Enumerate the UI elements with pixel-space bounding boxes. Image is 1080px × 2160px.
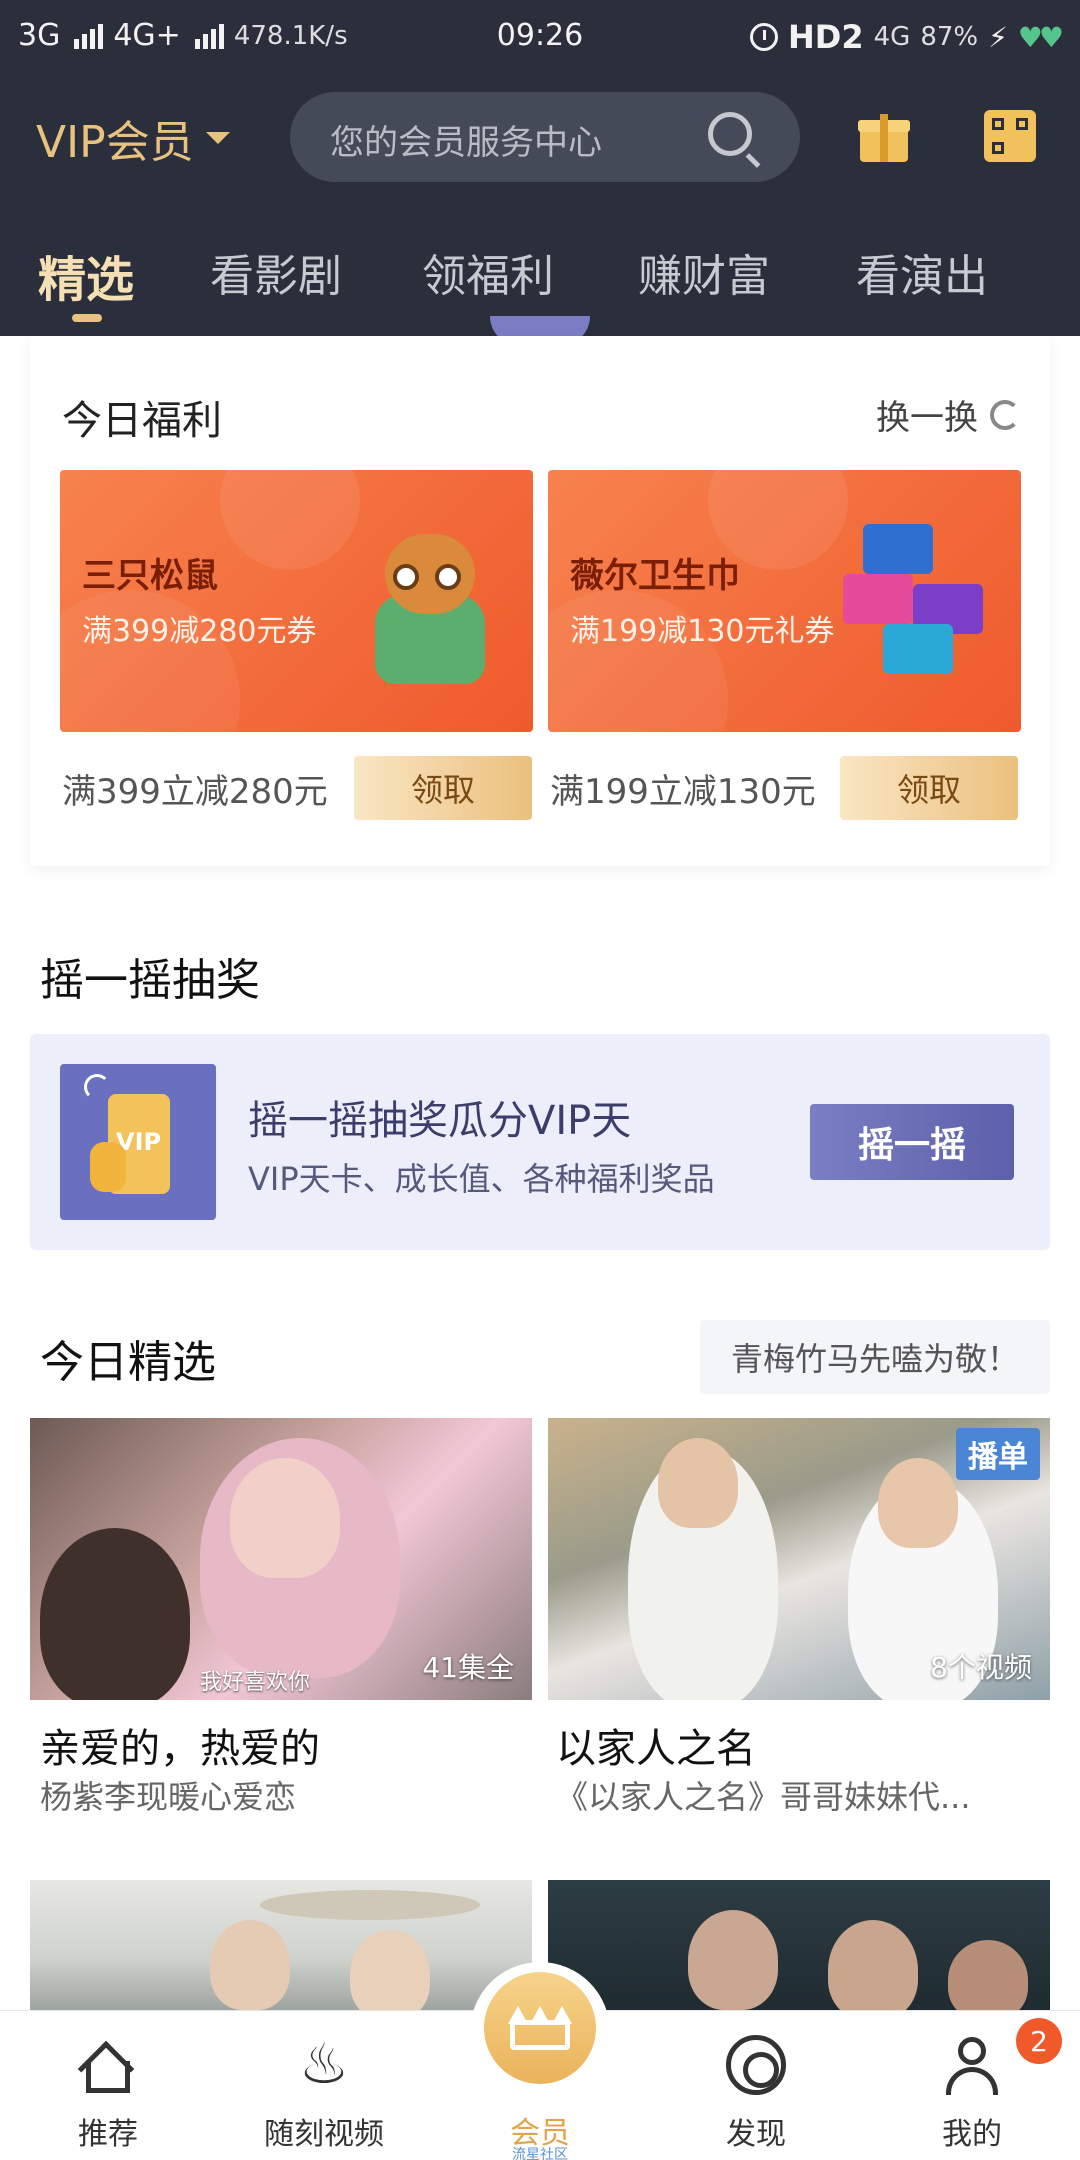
app-header: 3G 4G+ 478.1K/s 09:26 HD2 4G 87% ⚡ ♥♥ VI… [0, 0, 1080, 336]
coupon-card[interactable]: 三只松鼠 满399减280元券 [60, 470, 533, 732]
tab-welfare[interactable]: 领福利 [422, 240, 554, 304]
active-tab-indicator [72, 314, 102, 322]
video-subtitle: 《以家人之名》哥哥妹妹代... [556, 1778, 971, 1816]
video-thumbnail[interactable]: 我好喜欢你 41集全 [30, 1418, 532, 1700]
coupon-brand: 三只松鼠 [82, 556, 218, 596]
tab-dramas[interactable]: 看影剧 [210, 240, 342, 304]
flame-icon: ♨ [298, 2032, 350, 2097]
home-icon [77, 2035, 138, 2098]
refresh-label: 换一换 [876, 398, 978, 438]
nav-discover[interactable]: 发现 [676, 2035, 836, 2153]
gift-icon[interactable] [858, 110, 910, 162]
video-title[interactable]: 亲爱的，热爱的 [40, 1716, 320, 1774]
coupon-line: 满199立减130元 [550, 772, 816, 812]
claim-button[interactable]: 领取 [354, 756, 532, 820]
welfare-title: 今日福利 [62, 398, 222, 444]
shake-lottery-banner[interactable]: VIP 摇一摇抽奖瓜分VIP天 VIP天卡、成长值、各种福利奖品 摇一摇 [30, 1034, 1050, 1250]
nav-vip[interactable] [470, 1962, 610, 2102]
vip-member-dropdown[interactable]: VIP会员 [36, 106, 230, 170]
video-subtitle: 杨紫李现暖心爱恋 [40, 1778, 297, 1816]
category-tabs: 精选 看影剧 领福利 赚财富 看演出 [0, 230, 1080, 322]
video-count: 8个视频 [930, 1651, 1032, 1684]
coupon-desc: 满399减280元券 [82, 614, 317, 649]
video-caption: 我好喜欢你 [200, 1670, 311, 1695]
squirrel-mascot-image [355, 514, 505, 684]
network-4g: 4G [873, 22, 911, 52]
search-bar[interactable]: 您的会员服务中心 [290, 92, 800, 182]
product-package-image [843, 514, 993, 684]
discover-icon [726, 2035, 786, 2095]
nav-label: 推荐 [78, 2117, 138, 2152]
video-thumbnail[interactable] [30, 1880, 532, 2010]
qr-card-icon[interactable] [984, 110, 1036, 162]
nav-recommend[interactable]: 推荐 [28, 2035, 188, 2153]
clock: 09:26 [496, 18, 584, 53]
alarm-icon [750, 23, 779, 51]
nav-video[interactable]: ♨ 随刻视频 [244, 2035, 404, 2153]
refresh-icon [990, 399, 1020, 430]
charging-icon: ⚡ [988, 20, 1008, 54]
picks-tag[interactable]: 青梅竹马先嗑为敬！ [700, 1320, 1050, 1394]
search-icon[interactable] [708, 112, 752, 156]
refresh-button[interactable]: 换一换 [876, 390, 1020, 439]
status-bar: 3G 4G+ 478.1K/s 09:26 HD2 4G 87% ⚡ ♥♥ [0, 0, 1080, 76]
tab-earn[interactable]: 赚财富 [638, 240, 770, 304]
coupon-line: 满399立减280元 [62, 772, 328, 812]
shake-section-title: 摇一摇抽奖 [40, 955, 260, 1006]
video-title[interactable]: 以家人之名 [556, 1716, 756, 1774]
shake-title: 摇一摇抽奖瓜分VIP天 [248, 1098, 632, 1144]
shake-subtitle: VIP天卡、成长值、各种福利奖品 [248, 1160, 715, 1198]
video-thumbnail[interactable] [548, 1880, 1050, 2010]
nav-label: 我的 [942, 2117, 1002, 2152]
picks-section-title: 今日精选 [40, 1337, 216, 1388]
user-icon [942, 2035, 1002, 2095]
tab-shows[interactable]: 看演出 [856, 240, 988, 304]
shake-phone-icon: VIP [60, 1064, 216, 1220]
health-icon: ♥♥ [1017, 20, 1064, 54]
nav-label: 随刻视频 [264, 2117, 384, 2152]
coupon-action-row: 满199立减130元 领取 [550, 756, 1020, 820]
video-thumbnail[interactable]: 播单 8个视频 [548, 1418, 1050, 1700]
caret-down-icon [205, 132, 230, 144]
episode-count: 41集全 [422, 1651, 514, 1684]
coupon-desc: 满199减130元礼券 [570, 614, 835, 649]
coupon-brand: 薇尔卫生巾 [570, 556, 740, 596]
notification-badge: 2 [1016, 2018, 1062, 2064]
nav-label: 发现 [726, 2117, 786, 2152]
shake-button[interactable]: 摇一摇 [810, 1104, 1014, 1180]
hd-voice: HD2 [788, 18, 864, 56]
tab-featured[interactable]: 精选 [38, 240, 134, 310]
playlist-badge: 播单 [956, 1428, 1040, 1480]
search-placeholder: 您的会员服务中心 [330, 123, 602, 163]
coupon-card[interactable]: 薇尔卫生巾 满199减130元礼券 [548, 470, 1021, 732]
battery-level: 87% [920, 22, 979, 52]
vip-title: VIP会员 [36, 117, 194, 168]
nav-vip-sublabel: 流星社区 [512, 2147, 568, 2160]
coupon-action-row: 满399立减280元 领取 [62, 756, 532, 820]
crown-icon [484, 1972, 596, 2084]
claim-button[interactable]: 领取 [840, 756, 1018, 820]
